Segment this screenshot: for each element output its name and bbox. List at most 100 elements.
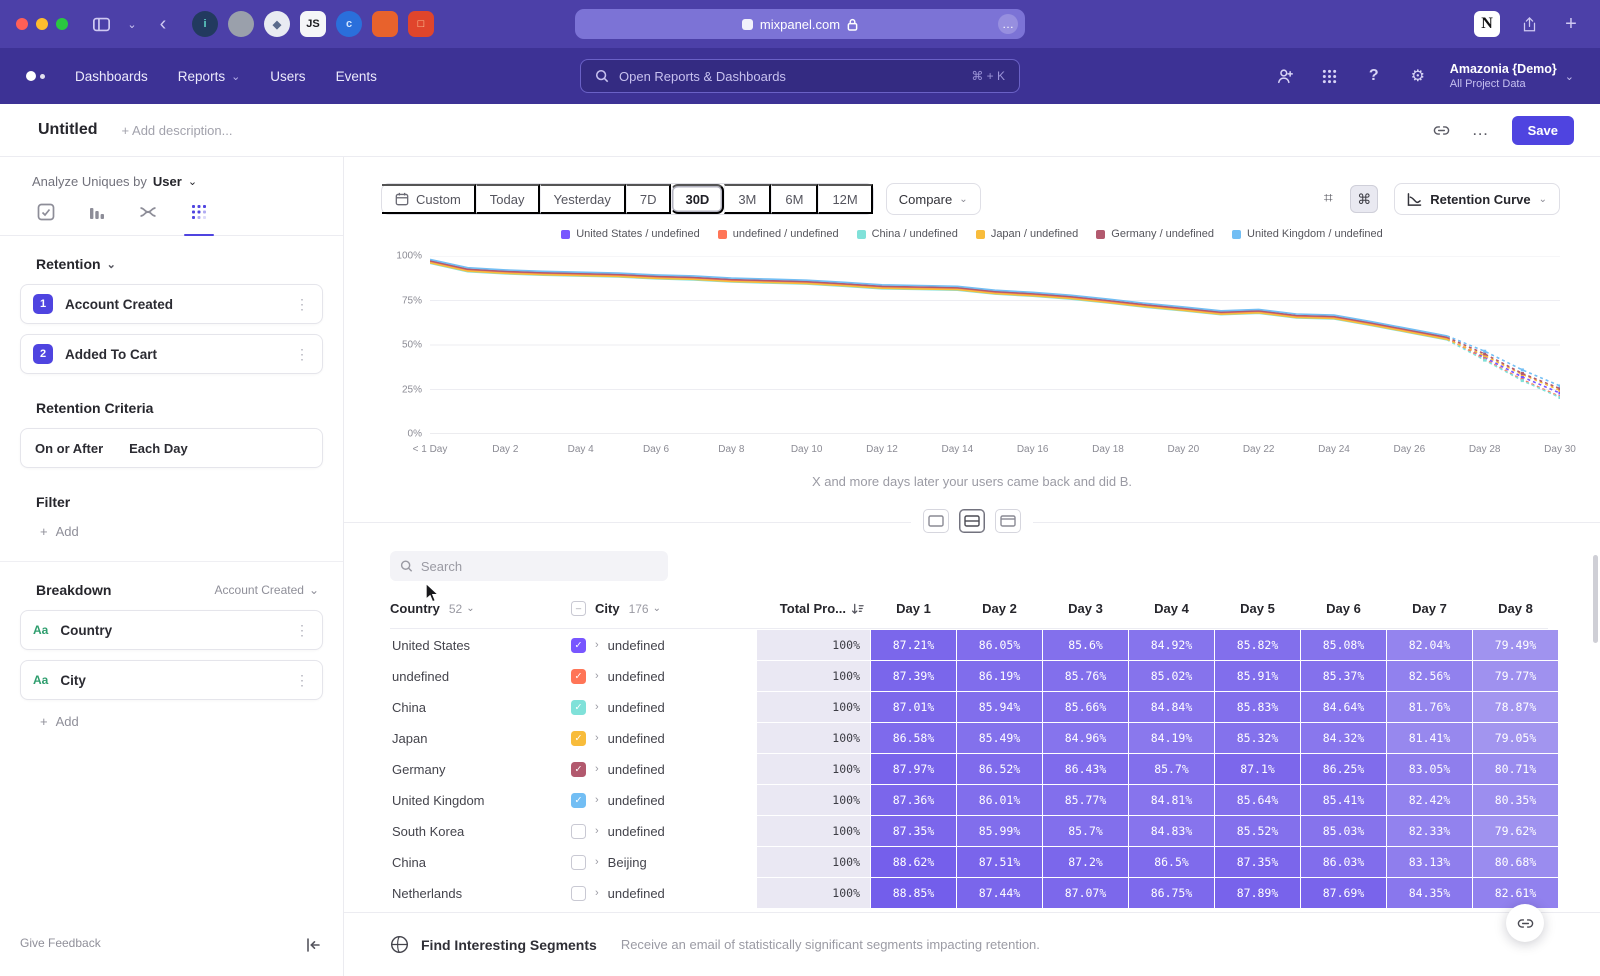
extension-icon[interactable]: c xyxy=(336,11,362,37)
address-bar[interactable]: mixpanel.com … xyxy=(575,9,1025,39)
back-icon[interactable]: ‹ xyxy=(150,11,176,37)
legend-item[interactable]: China / undefined xyxy=(857,228,958,240)
view-toggle-chart-only[interactable] xyxy=(923,509,949,533)
collapse-sidebar-icon[interactable] xyxy=(305,938,321,952)
kebab-menu-icon[interactable]: ⋮ xyxy=(295,296,310,313)
breakdown-property-name[interactable]: Country xyxy=(60,623,112,638)
breakdown-city[interactable]: Aa City ⋮ xyxy=(20,660,323,700)
table-row[interactable]: China✓›undefined100%87.01%85.94%85.66%84… xyxy=(390,692,1548,722)
sort-icon[interactable] xyxy=(851,603,864,615)
apps-grid-icon[interactable] xyxy=(1318,64,1342,88)
criteria-operator-select[interactable]: On or After xyxy=(35,441,103,456)
nav-item-dashboards[interactable]: Dashboards xyxy=(75,69,148,84)
retention-step-b[interactable]: 2 Added To Cart ⋮ xyxy=(20,334,323,374)
nav-item-reports[interactable]: Reports⌄ xyxy=(178,69,241,84)
chevron-down-icon[interactable]: ⌄ xyxy=(124,11,140,37)
legend-item[interactable]: United Kingdom / undefined xyxy=(1232,228,1383,240)
share-icon[interactable] xyxy=(1516,11,1542,37)
view-toggle-table-only[interactable] xyxy=(995,509,1021,533)
extension-icon[interactable] xyxy=(372,11,398,37)
nav-item-events[interactable]: Events xyxy=(336,69,377,84)
table-row[interactable]: Netherlands›undefined100%88.85%87.44%87.… xyxy=(390,878,1548,908)
plot-area[interactable] xyxy=(430,256,1560,434)
extension-icon[interactable]: ◆ xyxy=(264,11,290,37)
notion-extension-icon[interactable]: N xyxy=(1474,11,1500,37)
settings-gear-icon[interactable]: ⚙ xyxy=(1406,64,1430,88)
date-range-7d[interactable]: 7D xyxy=(626,184,672,214)
kebab-menu-icon[interactable]: ⋮ xyxy=(295,346,310,363)
tab-retention[interactable] xyxy=(187,203,211,235)
row-checkbox[interactable] xyxy=(571,824,586,839)
row-checkbox[interactable]: ✓ xyxy=(571,793,586,808)
table-row[interactable]: undefined✓›undefined100%87.39%86.19%85.7… xyxy=(390,661,1548,691)
expand-chevron-icon[interactable]: › xyxy=(595,639,599,651)
row-checkbox[interactable] xyxy=(571,886,586,901)
compare-button[interactable]: Compare ⌄ xyxy=(886,183,981,215)
day-column-header[interactable]: Day 6 xyxy=(1301,601,1386,616)
table-search[interactable] xyxy=(390,551,668,581)
kebab-menu-icon[interactable]: ⋮ xyxy=(295,672,310,689)
add-breakdown-button[interactable]: + Add xyxy=(40,714,323,729)
tab-flows[interactable] xyxy=(136,203,160,235)
extension-icon[interactable]: JS xyxy=(300,11,326,37)
day-column-header[interactable]: Day 1 xyxy=(871,601,956,616)
legend-item[interactable]: Japan / undefined xyxy=(976,228,1078,240)
row-checkbox[interactable]: ✓ xyxy=(571,762,586,777)
add-description[interactable]: + Add description... xyxy=(122,123,233,138)
breakdown-property-name[interactable]: City xyxy=(60,673,86,688)
extension-icon[interactable]: i xyxy=(192,11,218,37)
give-feedback-link[interactable]: Give Feedback xyxy=(20,936,101,950)
tab-insights[interactable] xyxy=(34,203,58,235)
date-range-custom[interactable]: Custom xyxy=(382,184,476,214)
date-range-6m[interactable]: 6M xyxy=(771,184,818,214)
copy-link-icon[interactable] xyxy=(1433,122,1450,139)
vertical-scrollbar[interactable] xyxy=(1593,555,1598,643)
city-column-header[interactable]: – City 176 ⌄ xyxy=(571,601,756,616)
date-range-yesterday[interactable]: Yesterday xyxy=(540,184,626,214)
minimize-window-button[interactable] xyxy=(36,18,48,30)
mixpanel-logo[interactable] xyxy=(26,71,45,81)
breakdown-scope-select[interactable]: Account Created ⌄ xyxy=(215,583,319,597)
step-event-name[interactable]: Account Created xyxy=(65,297,173,312)
project-switcher[interactable]: Amazonia {Demo} All Project Data ⌄ xyxy=(1450,62,1574,90)
row-checkbox[interactable]: ✓ xyxy=(571,669,586,684)
tab-funnels[interactable] xyxy=(85,203,109,235)
close-window-button[interactable] xyxy=(16,18,28,30)
legend-item[interactable]: undefined / undefined xyxy=(718,228,839,240)
new-tab-icon[interactable]: + xyxy=(1558,11,1584,37)
kebab-menu-icon[interactable]: ⋮ xyxy=(295,622,310,639)
total-column-header[interactable]: Total Pro... xyxy=(757,601,870,616)
day-column-header[interactable]: Day 2 xyxy=(957,601,1042,616)
country-column-header[interactable]: Country 52 ⌄ xyxy=(390,601,570,616)
extension-icon[interactable]: □ xyxy=(408,11,434,37)
legend-item[interactable]: Germany / undefined xyxy=(1096,228,1214,240)
zoom-window-button[interactable] xyxy=(56,18,68,30)
nav-item-users[interactable]: Users xyxy=(270,69,305,84)
date-range-30d[interactable]: 30D xyxy=(671,184,724,214)
expand-chevron-icon[interactable]: › xyxy=(595,763,599,775)
table-row[interactable]: United States✓›undefined100%87.21%86.05%… xyxy=(390,630,1548,660)
table-row[interactable]: South Korea›undefined100%87.35%85.99%85.… xyxy=(390,816,1548,846)
report-title[interactable]: Untitled xyxy=(38,121,98,139)
day-column-header[interactable]: Day 3 xyxy=(1043,601,1128,616)
add-filter-button[interactable]: + Add xyxy=(40,524,323,539)
analyze-entity-select[interactable]: User xyxy=(153,174,182,189)
share-link-fab[interactable] xyxy=(1506,904,1544,942)
day-column-header[interactable]: Day 8 xyxy=(1473,601,1558,616)
invite-user-icon[interactable] xyxy=(1274,64,1298,88)
expand-chevron-icon[interactable]: › xyxy=(595,701,599,713)
table-row[interactable]: Germany✓›undefined100%87.97%86.52%86.43%… xyxy=(390,754,1548,784)
expand-chevron-icon[interactable]: › xyxy=(595,794,599,806)
day-column-header[interactable]: Day 4 xyxy=(1129,601,1214,616)
expand-chevron-icon[interactable]: › xyxy=(595,732,599,744)
retention-step-a[interactable]: 1 Account Created ⋮ xyxy=(20,284,323,324)
date-range-3m[interactable]: 3M xyxy=(724,184,771,214)
breakdown-country[interactable]: Aa Country ⋮ xyxy=(20,610,323,650)
global-search[interactable]: Open Reports & Dashboards ⌘ + K xyxy=(580,59,1020,93)
annotations-icon[interactable]: ⌗ xyxy=(1314,185,1342,213)
chart-type-select[interactable]: Retention Curve ⌄ xyxy=(1394,183,1560,215)
help-icon[interactable]: ? xyxy=(1362,64,1386,88)
row-checkbox[interactable] xyxy=(571,855,586,870)
address-more-icon[interactable]: … xyxy=(998,14,1018,34)
more-options-icon[interactable]: … xyxy=(1472,120,1490,140)
